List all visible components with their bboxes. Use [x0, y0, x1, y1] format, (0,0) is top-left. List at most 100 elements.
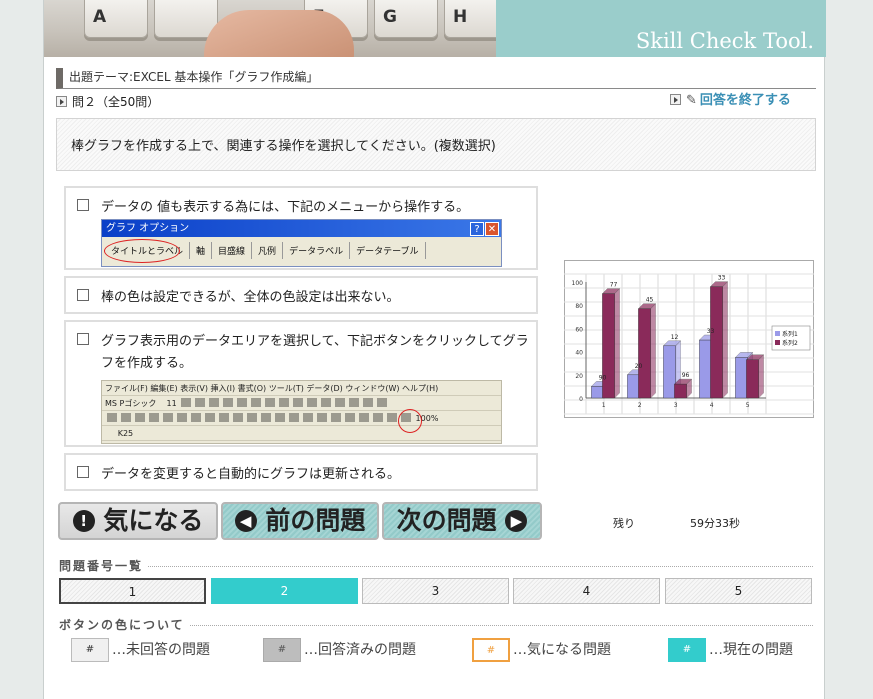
sample-chart: 100 80 60 40 20 0 1 2 3 4 5 90 77 20 45 12 96 33 33 系列1 系列2: [564, 260, 814, 418]
help-icon: ?: [470, 222, 484, 236]
dialog-tab: データテーブル: [350, 242, 426, 259]
question-number-2[interactable]: 2: [211, 578, 358, 604]
option-1-checkbox[interactable]: [77, 199, 89, 211]
question-text: 棒グラフを作成する上で、関連する操作を選択してください。(複数選択): [71, 139, 496, 154]
bar-side: [614, 288, 620, 399]
x-tick-label: 3: [674, 402, 678, 409]
question-number-3[interactable]: 3: [362, 578, 509, 604]
arrow-icon: [56, 96, 67, 107]
next-button[interactable]: 次の問題 ▶: [382, 502, 542, 540]
color-legend-title: ボタンの色について: [59, 616, 189, 633]
option-3-checkbox[interactable]: [77, 333, 89, 345]
prev-button-label: 前の問題: [265, 506, 366, 535]
next-button-label: 次の問題: [396, 506, 497, 535]
legend-answered: …回答済みの問題: [304, 642, 416, 658]
option-1: データの 値も表示する為には、下記のメニューから操作する。 グラフ オプション …: [64, 186, 538, 270]
key-image: G: [374, 0, 438, 38]
flag-button-label: 気になる: [103, 506, 204, 535]
data-label: 96: [682, 372, 690, 379]
option-4-checkbox[interactable]: [77, 466, 89, 478]
flag-button[interactable]: ! 気になる: [58, 502, 218, 540]
finish-label: 回答を終了する: [699, 93, 791, 108]
bar: [699, 339, 712, 399]
dialog-buttons: ? ✕: [469, 221, 499, 238]
question-number-4[interactable]: 4: [513, 578, 660, 604]
bar: [627, 374, 640, 399]
legend-unanswered: …未回答の問題: [112, 642, 210, 658]
y-tick-label: 100: [572, 280, 584, 287]
dialog-tab: データラベル: [283, 242, 351, 259]
legend-label: 系列1: [782, 330, 798, 338]
close-icon: ✕: [485, 222, 499, 236]
y-tick-label: 60: [575, 326, 583, 333]
question-number-5[interactable]: 5: [665, 578, 812, 604]
question-counter-text: 問２（全50問）: [72, 95, 160, 109]
brand-panel: Skill Check Tool.: [496, 0, 826, 57]
finish-icon: ✎: [686, 93, 697, 108]
right-arrow-icon: ▶: [505, 510, 528, 532]
divider: [59, 566, 813, 567]
data-label: 90: [599, 374, 607, 381]
y-tick-label: 20: [575, 373, 583, 380]
data-label: 77: [610, 282, 618, 289]
highlight-ellipse: [104, 239, 180, 263]
option-4-text: データを変更すると自動的にグラフは更新される。: [101, 467, 401, 482]
unanswered-swatch: #: [71, 638, 109, 662]
exclamation-icon: !: [72, 510, 95, 532]
bar: [663, 345, 676, 399]
data-label: 20: [635, 363, 643, 370]
excel-standard-bar: 100%: [102, 411, 501, 426]
x-tick-label: 1: [602, 402, 606, 409]
page: A F G H Skill Check Tool. 出題テーマ:EXCEL 基本…: [43, 0, 826, 699]
option-4: データを変更すると自動的にグラフは更新される。: [64, 453, 538, 491]
chart-svg: 1008060402001 2 3 4 59077204512963333系列1系列2: [564, 260, 814, 418]
header: A F G H Skill Check Tool.: [44, 0, 826, 57]
prev-button[interactable]: ◀ 前の問題: [221, 502, 379, 540]
dialog-tab: 凡例: [252, 242, 284, 259]
excel-toolbar-image: ファイル(F) 編集(E) 表示(V) 挿入(I) 書式(O) ツール(T) デ…: [101, 380, 502, 444]
y-tick-label: 80: [575, 303, 583, 310]
current-swatch: #: [668, 638, 706, 662]
question-number-1[interactable]: 1: [59, 578, 206, 604]
bar-side: [722, 281, 728, 399]
y-tick-label: 40: [575, 350, 583, 357]
hand-image: [204, 10, 354, 57]
chart-options-dialog-image: グラフ オプション ? ✕ タイトルとラベル軸目盛線 凡例 データラベル データテーブル: [101, 219, 502, 267]
highlight-ellipse: [398, 409, 422, 433]
bar-side: [650, 303, 656, 399]
option-2-text: 棒の色は設定できるが、全体の色設定は出来ない。: [101, 290, 400, 305]
data-label: 33: [718, 275, 726, 282]
bar: [710, 286, 723, 399]
question-counter: 問２（全50問）: [56, 94, 159, 110]
remaining-label: 残り: [613, 517, 635, 530]
option-3: グラフ表示用のデータエリアを選択して、下記ボタンをクリックしてグラフを作成する。…: [64, 320, 538, 447]
bar-side: [758, 354, 764, 399]
bar: [602, 293, 615, 399]
legend-flagged: …気になる問題: [513, 642, 611, 658]
answered-swatch: #: [263, 638, 301, 662]
dialog-title-bar: グラフ オプション ? ✕: [102, 220, 501, 237]
excel-name-box: K25: [102, 426, 501, 441]
theme-title: 出題テーマ:EXCEL 基本操作「グラフ作成編」: [56, 68, 816, 89]
option-3-text: グラフ表示用のデータエリアを選択して、下記ボタンをクリックしてグラフを作成する。: [101, 334, 529, 371]
excel-format-bar: MS Pゴシック 11: [102, 396, 501, 411]
remaining-time: 59分33秒: [690, 517, 740, 530]
x-tick-label: 4: [710, 402, 714, 409]
left-arrow-icon: ◀: [234, 510, 257, 532]
option-2-checkbox[interactable]: [77, 289, 89, 301]
arrow-icon: [670, 94, 681, 105]
data-label: 33: [707, 328, 715, 335]
finish-answer-link[interactable]: ✎ 回答を終了する: [670, 92, 791, 110]
option-2: 棒の色は設定できるが、全体の色設定は出来ない。: [64, 276, 538, 314]
font-name: MS Pゴシック: [105, 399, 157, 408]
bar: [746, 359, 759, 399]
x-tick-label: 5: [746, 402, 750, 409]
legend-label: 系列2: [782, 339, 798, 347]
dialog-tab: 目盛線: [212, 242, 253, 259]
legend-swatch: [775, 340, 780, 345]
key-image: H: [444, 0, 496, 38]
question-list-title: 問題番号一覧: [59, 557, 148, 574]
dialog-tab: 軸: [190, 242, 213, 259]
bar: [735, 357, 748, 399]
data-label: 45: [646, 297, 654, 304]
